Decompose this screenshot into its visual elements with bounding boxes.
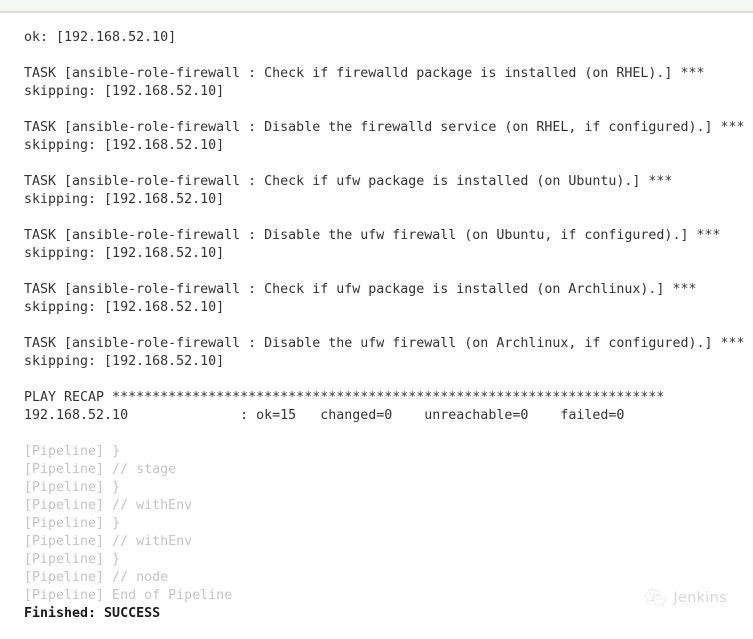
console-line: TASK [ansible-role-firewall : Disable th… [24, 336, 745, 352]
console-line: skipping: [192.168.52.10] [24, 192, 225, 208]
console-line: [Pipeline] // withEnv [24, 534, 193, 550]
console-line: PLAY RECAP *****************************… [24, 390, 665, 406]
console-line: [Pipeline] } [24, 480, 121, 496]
console-line: TASK [ansible-role-firewall : Check if u… [24, 174, 673, 190]
console-line: TASK [ansible-role-firewall : Disable th… [24, 120, 745, 136]
console-line: [Pipeline] } [24, 552, 121, 568]
console-line: [Pipeline] // stage [24, 462, 177, 478]
page-top-strip [0, 0, 753, 11]
console-line: ok: [192.168.52.10] [24, 30, 177, 46]
console-line: skipping: [192.168.52.10] [24, 354, 225, 370]
console-line: skipping: [192.168.52.10] [24, 84, 225, 100]
page-top-divider [0, 11, 753, 13]
console-line: [Pipeline] } [24, 444, 121, 460]
console-line: [Pipeline] // node [24, 570, 169, 586]
console-line: [Pipeline] End of Pipeline [24, 588, 233, 604]
console-output-page: ok: [192.168.52.10] TASK [ansible-role-f… [0, 0, 753, 626]
console-line: 192.168.52.10 : ok=15 changed=0 unreacha… [24, 408, 625, 424]
console-line: TASK [ansible-role-firewall : Check if u… [24, 282, 697, 298]
console-line: skipping: [192.168.52.10] [24, 138, 225, 154]
console-line: TASK [ansible-role-firewall : Check if f… [24, 66, 705, 82]
console-line: TASK [ansible-role-firewall : Disable th… [24, 228, 721, 244]
console-line: Finished: SUCCESS [24, 606, 161, 622]
console-line: skipping: [192.168.52.10] [24, 300, 225, 316]
console-line: [Pipeline] } [24, 516, 121, 532]
console-line: skipping: [192.168.52.10] [24, 246, 225, 262]
console-log[interactable]: ok: [192.168.52.10] TASK [ansible-role-f… [0, 26, 753, 639]
console-line: [Pipeline] // withEnv [24, 498, 193, 514]
